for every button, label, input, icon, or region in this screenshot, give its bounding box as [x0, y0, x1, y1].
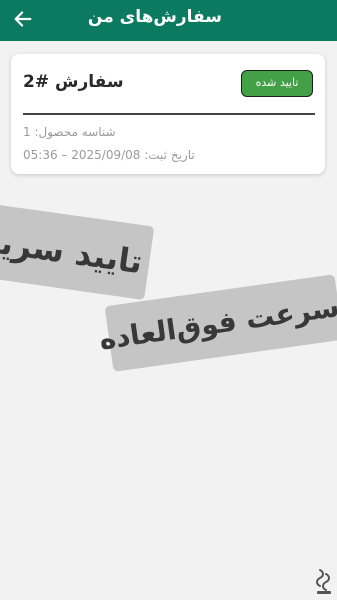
order-title: سفارش #2: [23, 72, 124, 92]
product-id-text: شناسه محصول: 1: [23, 125, 116, 139]
card-divider: [23, 113, 315, 115]
promo-banner-fast-confirm: تایید سریع: [0, 201, 155, 301]
store-logo-icon: [316, 569, 331, 594]
order-date-text: تاریخ ثبت: 2025/09/08 – 05:36: [23, 148, 195, 162]
page-title: سفارش‌های من: [87, 7, 222, 27]
order-card[interactable]: سفارش #2 تایید شده شناسه محصول: 1 تاریخ …: [11, 54, 325, 174]
promo-text: تایید سریع: [0, 220, 145, 282]
arrow-left-icon[interactable]: [12, 8, 34, 30]
app-bar: سفارش‌های من: [0, 0, 337, 41]
status-badge[interactable]: تایید شده: [241, 70, 313, 97]
